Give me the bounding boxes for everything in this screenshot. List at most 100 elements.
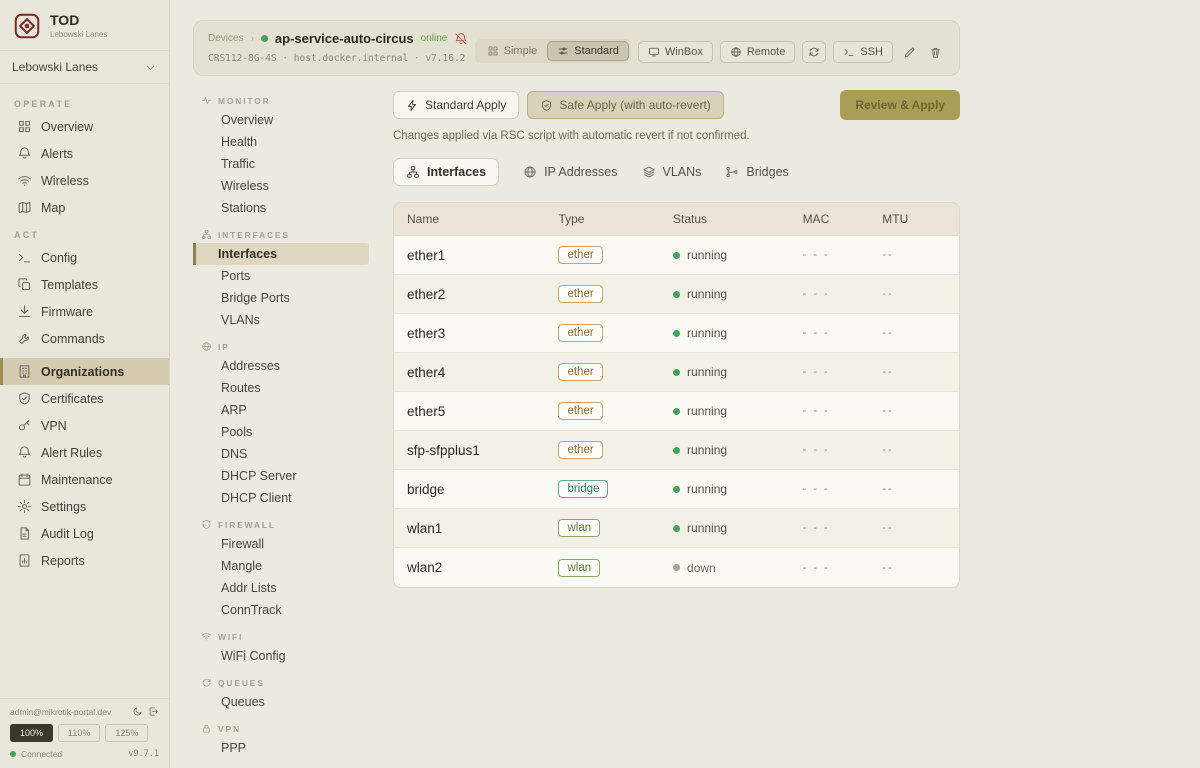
submenu-section-queues: QUEUES (193, 672, 369, 691)
globe-icon (523, 165, 537, 179)
table-row[interactable]: ether4 ether running - - - -- (394, 353, 959, 392)
submenu-item-addr-lists[interactable]: Addr Lists (193, 577, 369, 599)
submenu-item-vlans[interactable]: VLANs (193, 309, 369, 331)
sidebar-item-overview[interactable]: Overview (0, 113, 169, 140)
sidebar-item-audit-log[interactable]: Audit Log (0, 520, 169, 547)
table-row[interactable]: wlan2 wlan down - - - -- (394, 548, 959, 587)
sidebar-item-certificates[interactable]: Certificates (0, 385, 169, 412)
terminal-icon (17, 250, 32, 265)
submenu-item-arp[interactable]: ARP (193, 399, 369, 421)
sidebar-item-commands[interactable]: Commands (0, 325, 169, 352)
zoom-100-button[interactable]: 100% (10, 724, 53, 742)
tab-interfaces[interactable]: Interfaces (393, 158, 499, 186)
submenu-item-addresses[interactable]: Addresses (193, 355, 369, 377)
ssh-label: SSH (860, 46, 883, 58)
refresh-button[interactable] (802, 41, 826, 63)
table-row[interactable]: ether5 ether running - - - -- (394, 392, 959, 431)
submenu-item-wifi-config[interactable]: WiFi Config (193, 645, 369, 667)
sidebar: TOD Lebowski Lanes Lebowski Lanes OPERAT… (0, 0, 170, 768)
submenu-item-overview[interactable]: Overview (193, 109, 369, 131)
logout-icon[interactable] (148, 706, 159, 717)
grid-icon (17, 119, 32, 134)
type-badge: wlan (558, 559, 600, 577)
globe-icon (730, 46, 742, 58)
view-simple-button[interactable]: Simple (477, 41, 548, 61)
view-mode-segmented: Simple Standard (475, 39, 631, 63)
submenu-item-dhcp-server[interactable]: DHCP Server (193, 465, 369, 487)
submenu-item-routes[interactable]: Routes (193, 377, 369, 399)
table-row[interactable]: bridge bridge running - - - -- (394, 470, 959, 509)
submenu-item-wireless[interactable]: Wireless (193, 175, 369, 197)
tab-label: Bridges (746, 165, 788, 179)
safe-apply-button[interactable]: Safe Apply (with auto-revert) (527, 91, 723, 119)
table-row[interactable]: ether3 ether running - - - -- (394, 314, 959, 353)
sidebar-item-map[interactable]: Map (0, 194, 169, 221)
submenu-item-interfaces[interactable]: Interfaces (193, 243, 369, 265)
type-badge: ether (558, 246, 602, 264)
submenu-item-stations[interactable]: Stations (193, 197, 369, 219)
status-running: running (673, 365, 803, 379)
theme-toggle-icon[interactable] (132, 706, 143, 717)
edit-device-button[interactable] (900, 42, 919, 63)
map-icon (17, 200, 32, 215)
org-selector[interactable]: Lebowski Lanes (0, 50, 169, 84)
sidebar-item-firmware[interactable]: Firmware (0, 298, 169, 325)
sidebar-item-alerts[interactable]: Alerts (0, 140, 169, 167)
sidebar-item-reports[interactable]: Reports (0, 547, 169, 574)
sidebar-item-templates[interactable]: Templates (0, 271, 169, 298)
sidebar-item-config[interactable]: Config (0, 244, 169, 271)
ssh-button[interactable]: SSH (833, 41, 893, 63)
submenu-item-pools[interactable]: Pools (193, 421, 369, 443)
chevron-down-icon (144, 61, 157, 74)
shield-check-icon (17, 391, 32, 406)
submenu-item-queues[interactable]: Queues (193, 691, 369, 713)
status-dot (673, 525, 680, 532)
delete-device-button[interactable] (926, 42, 945, 63)
submenu-item-ports[interactable]: Ports (193, 265, 369, 287)
submenu-item-ppp[interactable]: PPP (193, 737, 369, 759)
tab-ip-addresses[interactable]: IP Addresses (523, 159, 617, 185)
table-row[interactable]: ether2 ether running - - - -- (394, 275, 959, 314)
submenu-item-bridge-ports[interactable]: Bridge Ports (193, 287, 369, 309)
sidebar-footer: admin@mikrotik-portal.dev 100% 110% 125%… (0, 698, 169, 768)
notifications-muted-icon[interactable] (454, 32, 468, 46)
remote-button[interactable]: Remote (720, 41, 796, 63)
org-selector-value: Lebowski Lanes (12, 60, 98, 74)
type-badge: bridge (558, 480, 608, 498)
sidebar-item-vpn[interactable]: VPN (0, 412, 169, 439)
submenu-item-dns[interactable]: DNS (193, 443, 369, 465)
zoom-110-button[interactable]: 110% (58, 724, 100, 742)
sidebar-item-alert-rules[interactable]: Alert Rules (0, 439, 169, 466)
online-badge: online (421, 33, 448, 44)
review-apply-button[interactable]: Review & Apply (840, 90, 960, 120)
sidebar-item-organizations[interactable]: Organizations (0, 358, 169, 385)
sidebar-item-label: Alert Rules (41, 446, 102, 460)
status-dot (673, 486, 680, 493)
submenu-section-vpn: VPN (193, 718, 369, 737)
type-badge: ether (558, 324, 602, 342)
submenu-item-firewall[interactable]: Firewall (193, 533, 369, 555)
download-icon (17, 304, 32, 319)
tab-bridges[interactable]: Bridges (725, 159, 788, 185)
sidebar-item-maintenance[interactable]: Maintenance (0, 466, 169, 493)
sidebar-item-settings[interactable]: Settings (0, 493, 169, 520)
submenu-item-dhcp-client[interactable]: DHCP Client (193, 487, 369, 509)
view-standard-button[interactable]: Standard (547, 41, 629, 61)
sidebar-item-wireless[interactable]: Wireless (0, 167, 169, 194)
table-row[interactable]: ether1 ether running - - - -- (394, 236, 959, 275)
table-row[interactable]: sfp-sfpplus1 ether running - - - -- (394, 431, 959, 470)
sidebar-item-label: Wireless (41, 174, 89, 188)
standard-apply-button[interactable]: Standard Apply (393, 91, 519, 119)
sidebar-item-label: VPN (41, 419, 67, 433)
submenu-item-mangle[interactable]: Mangle (193, 555, 369, 577)
submenu-item-health[interactable]: Health (193, 131, 369, 153)
winbox-button[interactable]: WinBox (638, 41, 713, 63)
breadcrumb-devices[interactable]: Devices (208, 33, 244, 44)
submenu-item-conntrack[interactable]: ConnTrack (193, 599, 369, 621)
table-row[interactable]: wlan1 wlan running - - - -- (394, 509, 959, 548)
tab-vlans[interactable]: VLANs (642, 159, 702, 185)
globe-icon (201, 341, 212, 352)
col-mtu: MTU (882, 212, 959, 226)
submenu-item-traffic[interactable]: Traffic (193, 153, 369, 175)
zoom-125-button[interactable]: 125% (105, 724, 148, 742)
